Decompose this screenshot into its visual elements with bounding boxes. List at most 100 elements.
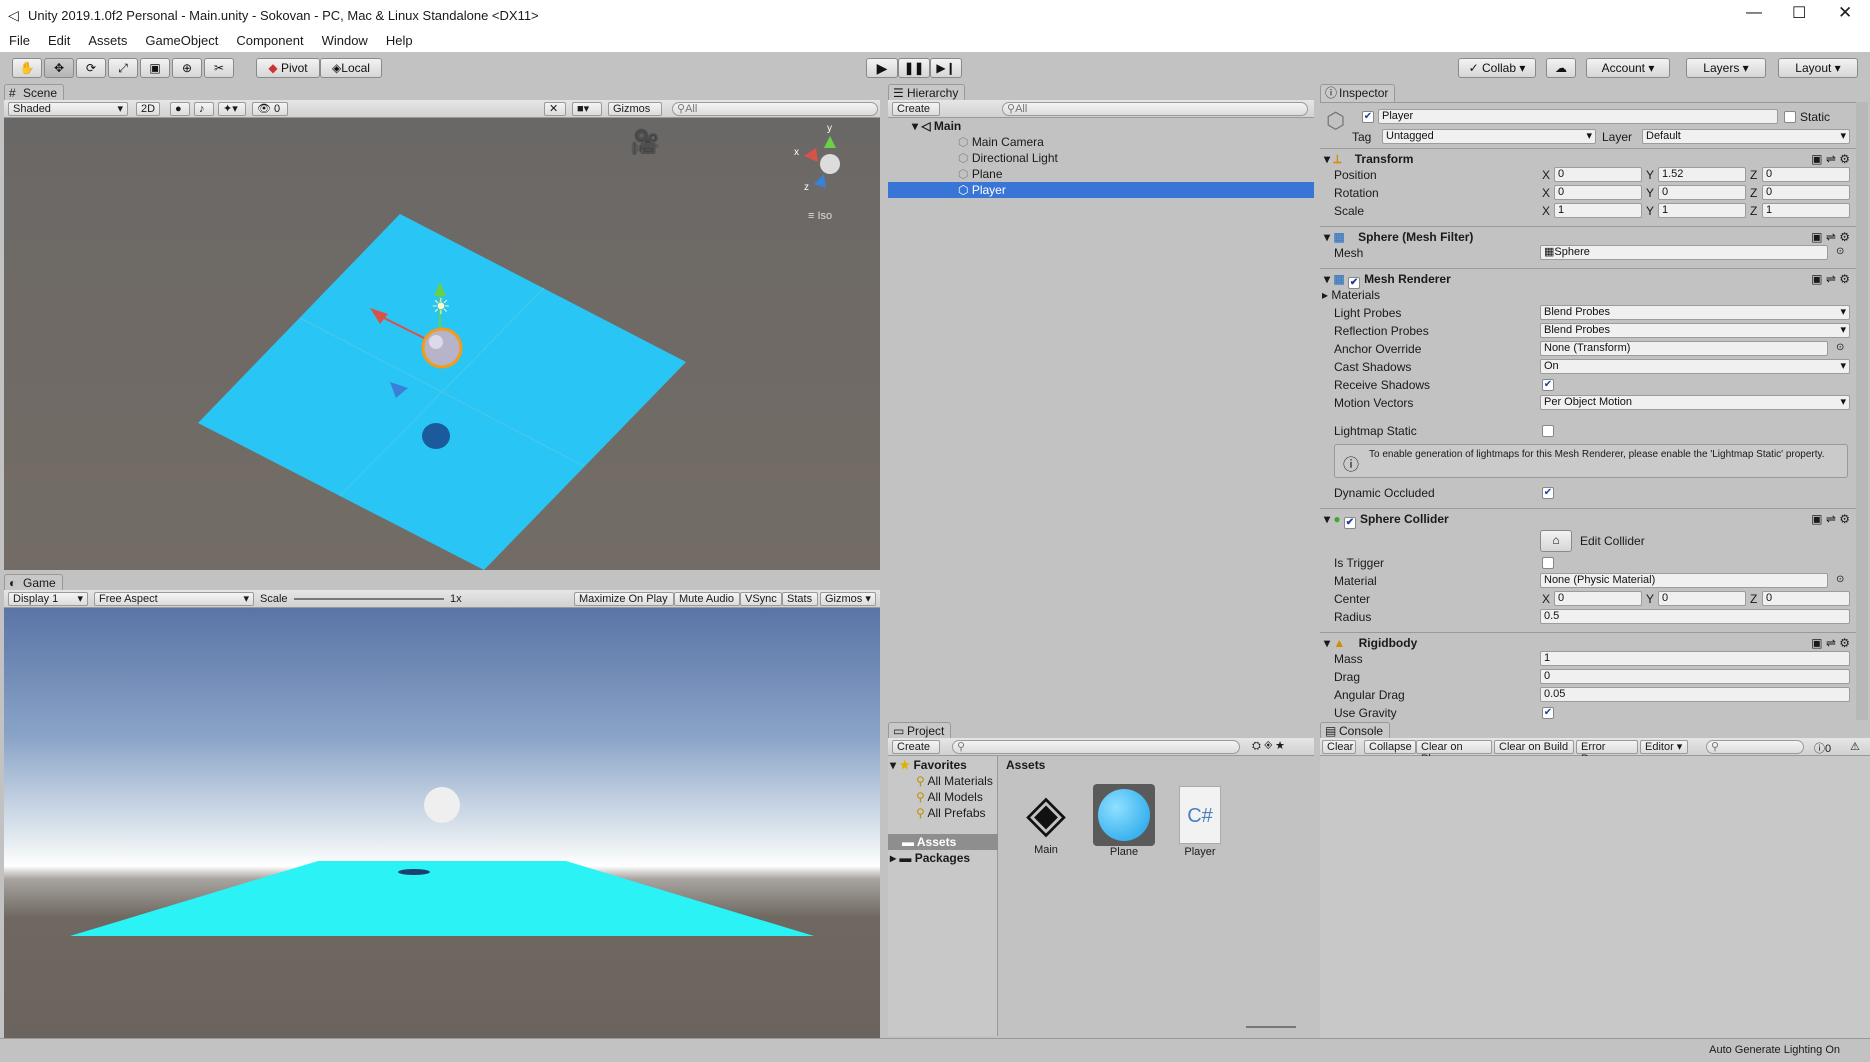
menu-assets[interactable]: Assets [79,30,136,51]
console-editor-dropdown[interactable]: Editor ▾ [1640,740,1688,754]
transform-tool-icon[interactable]: ⊕ [172,58,202,78]
active-checkbox[interactable]: ✔ [1362,111,1374,123]
mesh-filter-header[interactable]: ▾ ▦ Sphere (Mesh Filter) ▣ ⇌ ⚙ [1320,226,1856,246]
console-error-pause-button[interactable]: Error Pause [1576,740,1638,765]
center-z-input[interactable]: 0 [1762,591,1850,606]
collab-button[interactable]: ✓ Collab ▾ [1458,58,1536,78]
rotate-tool-icon[interactable]: ⟳ [76,58,106,78]
icon-size-slider[interactable] [1246,1026,1296,1028]
rotation-z-input[interactable]: 0 [1762,185,1850,200]
account-button[interactable]: Account ▾ [1586,58,1670,78]
tag-dropdown[interactable]: Untagged ▾ [1382,129,1596,144]
object-picker-icon[interactable]: ⊙ [1836,246,1844,257]
inspector-scrollbar[interactable] [1856,102,1868,720]
camera-settings-icon[interactable]: ■▾ [572,102,602,116]
drag-input[interactable]: 0 [1540,669,1850,684]
position-y-input[interactable]: 1.52 [1658,167,1746,182]
hierarchy-item-main-camera[interactable]: ⬡ Main Camera [958,134,1044,150]
fav-all-models[interactable]: ⚲ All Models [916,790,983,804]
hand-tool-icon[interactable]: ✋ [12,58,42,78]
menu-file[interactable]: File [0,30,39,51]
asset-main[interactable]: ◈ Main [1012,784,1080,864]
sphere-collider-enabled-checkbox[interactable]: ✔ [1343,517,1356,529]
maximize-on-play-toggle[interactable]: Maximize On Play [574,592,674,606]
assets-folder-item[interactable]: ▬ Assets [902,835,956,849]
lighting-status[interactable]: Auto Generate Lighting On [1709,1044,1840,1056]
center-y-input[interactable]: 0 [1658,591,1746,606]
radius-input[interactable]: 0.5 [1540,609,1850,624]
scale-z-input[interactable]: 1 [1762,203,1850,218]
component-settings-icon[interactable]: ▣ ⇌ ⚙ [1811,509,1850,529]
is-trigger-checkbox[interactable] [1542,557,1554,569]
transform-header[interactable]: ▾ ⟂ Transform ▣ ⇌ ⚙ [1320,148,1856,168]
asset-plane[interactable]: Plane [1090,784,1158,864]
lightmap-static-checkbox[interactable] [1542,425,1554,437]
move-tool-icon[interactable]: ✥ [44,58,74,78]
audio-toggle-icon[interactable]: ♪ [194,102,214,116]
scale-tool-icon[interactable]: ⤢ [108,58,138,78]
aspect-dropdown[interactable]: Free Aspect ▾ [94,592,254,606]
project-create-dropdown[interactable]: Create ▾ [892,740,940,765]
layout-button[interactable]: Layout ▾ [1778,58,1858,78]
menu-gameobject[interactable]: GameObject [136,30,227,51]
mode-2d-button[interactable]: 2D [136,102,160,116]
step-button[interactable]: ▶❙ [930,58,962,78]
rotation-x-input[interactable]: 0 [1554,185,1642,200]
maximize-icon[interactable]: ☐ [1792,3,1806,23]
warning-icon[interactable]: ⚠ [1850,740,1860,753]
minimize-icon[interactable]: — [1746,4,1762,22]
scale-x-input[interactable]: 1 [1554,203,1642,218]
menu-edit[interactable]: Edit [39,30,79,51]
console-clear-button[interactable]: Clear [1322,740,1356,754]
rect-tool-icon[interactable]: ▣ [140,58,170,78]
hierarchy-item-plane[interactable]: ⬡ Plane [958,166,1003,182]
object-picker-icon[interactable]: ⊙ [1836,574,1844,585]
console-log-count[interactable]: ⓘ0 [1814,740,1831,756]
console-clear-on-build-button[interactable]: Clear on Build [1494,740,1574,754]
object-name-input[interactable]: Player [1378,109,1778,124]
scene-viewport[interactable]: ☀ 🎥 x y z ≡ Iso [4,118,880,570]
mass-input[interactable]: 1 [1540,651,1850,666]
cast-shadows-dropdown[interactable]: On ▾ [1540,359,1850,374]
materials-foldout[interactable]: ▸ Materials [1322,288,1380,302]
static-checkbox[interactable] [1784,111,1796,123]
scene-root-item[interactable]: ▾ ◁ Main [912,118,961,134]
cloud-button[interactable]: ☁ [1546,58,1576,78]
display-dropdown[interactable]: Display 1 ▾ [8,592,88,606]
mesh-renderer-header[interactable]: ▾ ▦ ✔ Mesh Renderer ▣ ⇌ ⚙ [1320,268,1856,289]
custom-tool-icon[interactable]: ✂ [204,58,234,78]
shading-dropdown[interactable]: Shaded ▾ [8,102,128,116]
asset-player[interactable]: C# Player [1166,784,1234,864]
hierarchy-item-player[interactable]: ⬡ Player [958,182,1006,198]
use-gravity-checkbox[interactable]: ✔ [1542,707,1554,719]
close-icon[interactable]: ✕ [1838,3,1852,23]
component-settings-icon[interactable]: ▣ ⇌ ⚙ [1811,149,1850,169]
edit-collider-button[interactable]: ⌂ [1540,530,1572,552]
angular-drag-input[interactable]: 0.05 [1540,687,1850,702]
fav-all-prefabs[interactable]: ⚲ All Prefabs [916,806,986,820]
position-z-input[interactable]: 0 [1762,167,1850,182]
reflection-probes-dropdown[interactable]: Blend Probes ▾ [1540,323,1850,338]
rigidbody-header[interactable]: ▾ ▲ Rigidbody ▣ ⇌ ⚙ [1320,632,1856,652]
project-search-input[interactable]: ⚲ [952,740,1240,754]
console-clear-on-play-button[interactable]: Clear on Play [1416,740,1492,765]
game-gizmos-dropdown[interactable]: Gizmos ▾ [820,592,876,606]
pivot-button[interactable]: ◆ Pivot [256,58,320,78]
pause-button[interactable]: ❚❚ [898,58,930,78]
tab-inspector[interactable]: ⓘ Inspector [1320,84,1396,102]
component-settings-icon[interactable]: ▣ ⇌ ⚙ [1811,269,1850,289]
collider-material-field[interactable]: None (Physic Material) [1540,573,1828,588]
tools-icon[interactable]: ✕ [544,102,566,116]
layers-button[interactable]: Layers ▾ [1686,58,1766,78]
lighting-toggle-icon[interactable]: ● [170,102,190,116]
menu-help[interactable]: Help [377,30,422,51]
local-button[interactable]: ◈Local [320,58,382,78]
component-settings-icon[interactable]: ▣ ⇌ ⚙ [1811,633,1850,653]
light-probes-dropdown[interactable]: Blend Probes ▾ [1540,305,1850,320]
rotation-y-input[interactable]: 0 [1658,185,1746,200]
hierarchy-create-dropdown[interactable]: Create ▾ [892,102,940,127]
menu-component[interactable]: Component [227,30,312,51]
center-x-input[interactable]: 0 [1554,591,1642,606]
favorites-item[interactable]: ▾ ★ Favorites [890,758,967,772]
vsync-toggle[interactable]: VSync [740,592,782,606]
